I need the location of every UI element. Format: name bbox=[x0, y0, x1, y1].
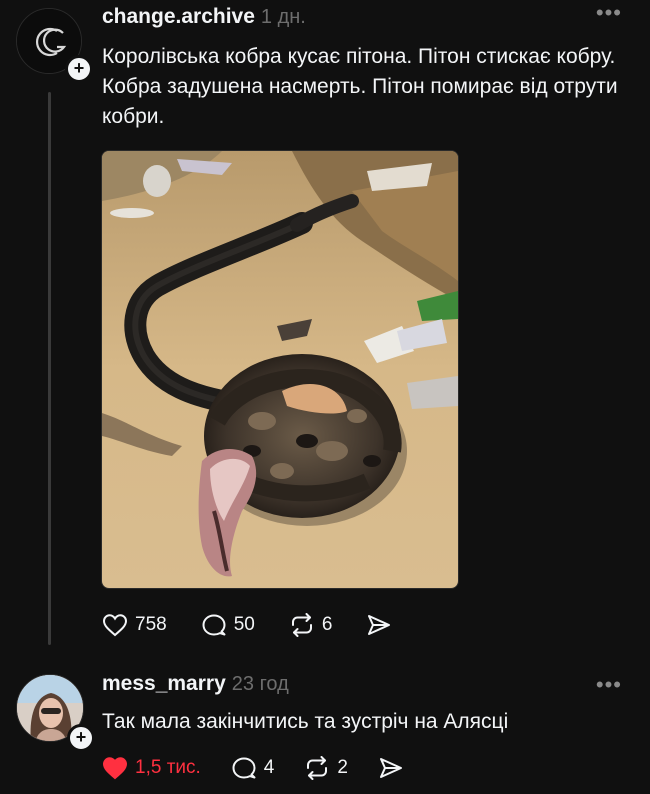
share-icon bbox=[379, 758, 402, 778]
repost-icon bbox=[307, 756, 328, 780]
follow-plus-icon[interactable]: + bbox=[65, 55, 93, 83]
repost-icon bbox=[291, 613, 312, 637]
post-text: Королівська кобра кусає пітона. Пітон ст… bbox=[102, 45, 618, 128]
repost-count: 6 bbox=[321, 614, 333, 635]
reply-actions: 1,5 тис. 4 2 bbox=[102, 753, 434, 783]
author-avatar-container[interactable]: + bbox=[16, 8, 93, 83]
post-photo[interactable] bbox=[101, 150, 459, 589]
more-options-icon[interactable]: ••• bbox=[596, 2, 622, 24]
follow-plus-icon[interactable]: + bbox=[67, 724, 95, 752]
author-username[interactable]: change.archive bbox=[102, 5, 255, 28]
more-options-icon[interactable]: ••• bbox=[596, 674, 622, 696]
heart-icon bbox=[102, 614, 128, 637]
repost-button[interactable]: 6 bbox=[289, 613, 333, 637]
like-button[interactable]: 1,5 тис. bbox=[102, 756, 201, 780]
comment-icon bbox=[232, 757, 256, 779]
repost-count: 2 bbox=[337, 757, 348, 778]
reply-text: Так мала закінчитись та зустріч на Алясц… bbox=[102, 710, 509, 733]
post-actions: 758 50 6 bbox=[102, 610, 426, 640]
post-timestamp: 1 дн. bbox=[260, 6, 306, 28]
comment-count: 4 bbox=[263, 757, 275, 778]
reply-timestamp: 23 год bbox=[231, 673, 289, 695]
reply-username[interactable]: mess_marry bbox=[102, 672, 226, 695]
like-count: 1,5 тис. bbox=[135, 757, 201, 778]
comment-count: 50 bbox=[233, 614, 255, 635]
share-icon bbox=[368, 615, 391, 635]
reply-avatar-container[interactable]: + bbox=[16, 674, 95, 752]
comment-icon bbox=[202, 614, 226, 636]
share-button[interactable] bbox=[366, 613, 392, 637]
snake-fight-image bbox=[102, 151, 458, 588]
post-header: change.archive 1 дн. bbox=[102, 5, 306, 29]
like-count: 758 bbox=[135, 614, 167, 635]
share-button[interactable] bbox=[378, 756, 404, 780]
reply-post: + mess_marry 23 год ••• Так мала закінчит… bbox=[0, 660, 650, 794]
thread-post: + change.archive 1 дн. ••• Королівська ко… bbox=[0, 0, 650, 650]
comment-button[interactable]: 4 bbox=[231, 756, 275, 780]
comment-button[interactable]: 50 bbox=[201, 613, 255, 637]
like-button[interactable]: 758 bbox=[102, 613, 167, 637]
repost-button[interactable]: 2 bbox=[304, 756, 348, 780]
thread-connector-line bbox=[48, 92, 51, 645]
reply-header: mess_marry 23 год bbox=[102, 672, 289, 696]
heart-filled-icon bbox=[102, 757, 128, 780]
